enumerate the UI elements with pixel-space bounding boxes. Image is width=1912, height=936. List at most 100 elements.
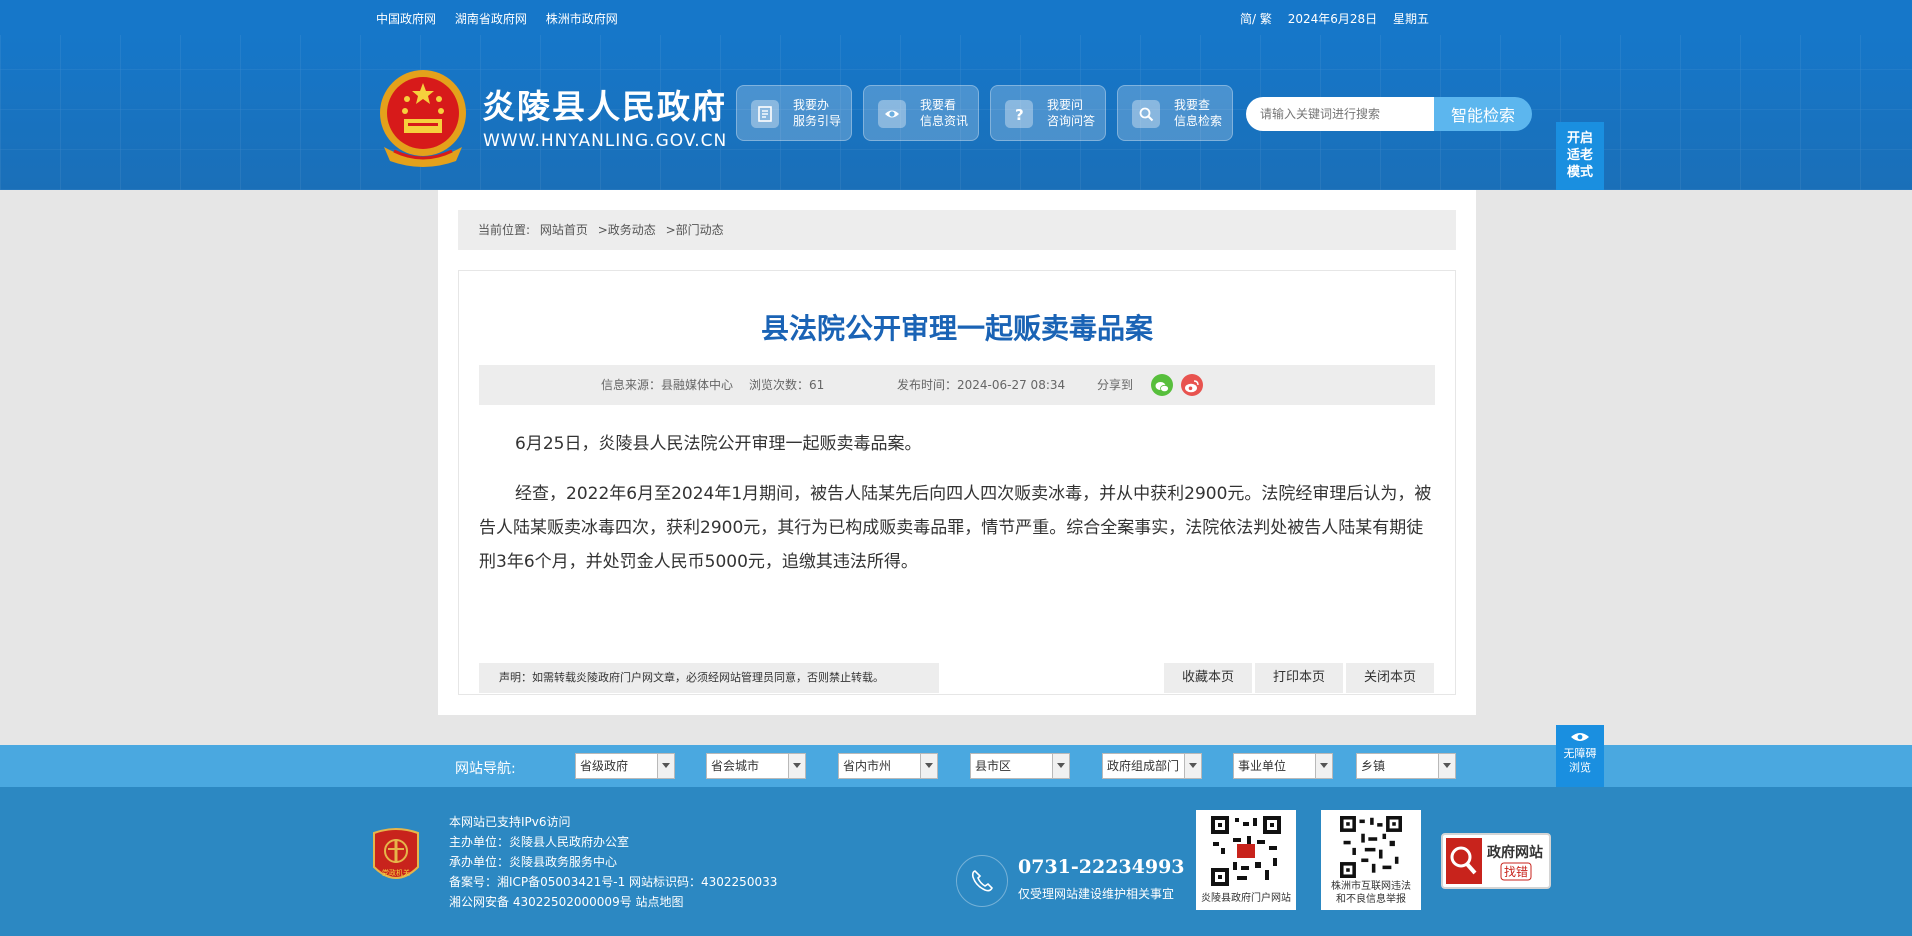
logo-text: 党政机关: [382, 868, 410, 877]
elder-mode-label: 适老: [1566, 148, 1593, 163]
print-button[interactable]: 打印本页: [1255, 663, 1343, 693]
language-switch[interactable]: 简/ 繁: [1240, 12, 1272, 26]
chevron-down-icon: [657, 754, 674, 778]
qr-code-report: 株洲市互联网违法 和不良信息举报: [1321, 810, 1421, 910]
select-value: 乡镇: [1361, 759, 1386, 773]
svg-text:?: ?: [1015, 106, 1024, 122]
select-value: 政府组成部门: [1107, 759, 1180, 773]
report-title: 政府网站: [1487, 844, 1543, 861]
footer-police-record[interactable]: 湘公网安备 43022502000009号 站点地图: [449, 892, 777, 912]
gov-site-error-report-button[interactable]: 政府网站 找错: [1441, 833, 1551, 889]
phone-icon: [956, 855, 1008, 907]
chevron-down-icon: [920, 754, 937, 778]
select-value: 县市区: [975, 759, 1012, 773]
footer-info: 本网站已支持IPv6访问 主办单位：炎陵县人民政府办公室 承办单位：炎陵县政务服…: [449, 812, 777, 912]
top-bar: 中国政府网 湖南省政府网 株洲市政府网 简/ 繁 2024年6月28日 星期五: [0, 0, 1912, 35]
service-search[interactable]: 我要查 信息检索: [1117, 85, 1233, 141]
service-title: 我要看: [920, 98, 957, 112]
smart-search-button[interactable]: 智能检索: [1434, 97, 1532, 131]
service-title: 我要查: [1174, 98, 1211, 112]
top-links: 中国政府网 湖南省政府网 株洲市政府网: [376, 10, 633, 27]
qr-caption: 株洲市互联网违法: [1331, 881, 1411, 892]
document-icon: [751, 100, 779, 128]
link-china-gov[interactable]: 中国政府网: [376, 12, 436, 26]
eye-icon: [878, 100, 906, 128]
breadcrumb-gov-news[interactable]: >政务动态: [598, 223, 656, 237]
select-value: 省会城市: [711, 759, 760, 773]
elder-mode-label: 开启: [1566, 131, 1593, 146]
article-actions: 收藏本页 打印本页 关闭本页: [1161, 663, 1434, 693]
service-ask[interactable]: ? 我要问 咨询问答: [990, 85, 1106, 141]
site-navigation-label: 网站导航:: [455, 761, 516, 777]
elder-mode-toggle[interactable]: 开启 适老 模式: [1556, 122, 1604, 190]
search-input[interactable]: [1246, 97, 1436, 131]
party-gov-org-logo-icon[interactable]: 党政机关: [370, 827, 422, 889]
accessibility-label: 无障碍: [1563, 747, 1597, 760]
site-domain: WWW.HNYANLING.GOV.CN: [483, 131, 728, 151]
chevron-down-icon: [1184, 754, 1201, 778]
article-views: 浏览次数：61: [749, 378, 825, 392]
accessibility-toggle[interactable]: 无障碍 浏览: [1556, 725, 1604, 787]
report-subtitle: 找错: [1504, 865, 1528, 879]
article-body: 6月25日，炎陵县人民法院公开审理一起贩卖毒品案。 经查，2022年6月至202…: [479, 427, 1435, 595]
select-provincial-gov[interactable]: 省级政府: [575, 753, 675, 779]
article-published: 发布时间：2024-06-27 08:34: [897, 378, 1066, 392]
search-box: 智能检索: [1246, 97, 1532, 131]
article-meta: 信息来源：县融媒体中心 浏览次数：61 发布时间：2024-06-27 08:3…: [479, 365, 1435, 405]
accessibility-label: 浏览: [1569, 761, 1591, 774]
elder-mode-label: 模式: [1566, 165, 1593, 180]
reprint-notice: 声明：如需转载炎陵政府门户网文章，必须经网站管理员同意，否则禁止转载。: [479, 663, 939, 693]
qr-caption: 炎陵县政府门户网站: [1201, 893, 1291, 904]
footer-icp[interactable]: 备案号：湘ICP备05003421号-1 网站标识码：4302250033: [449, 872, 777, 892]
national-emblem-icon[interactable]: [376, 69, 470, 169]
service-title: 我要问: [1047, 98, 1084, 112]
service-handle[interactable]: 我要办 服务引导: [736, 85, 852, 141]
header: 炎陵县人民政府 WWW.HNYANLING.GOV.CN 我要办 服务引导 我要…: [0, 35, 1912, 190]
chevron-down-icon: [1315, 754, 1332, 778]
select-value: 省级政府: [580, 759, 629, 773]
select-gov-departments[interactable]: 政府组成部门: [1102, 753, 1202, 779]
link-hunan-gov[interactable]: 湖南省政府网: [455, 12, 527, 26]
service-view[interactable]: 我要看 信息资讯: [863, 85, 979, 141]
site-name[interactable]: 炎陵县人民政府: [482, 80, 727, 128]
breadcrumb-label: 当前位置:: [478, 223, 531, 237]
weibo-share-icon[interactable]: [1181, 374, 1203, 396]
select-capital-cities[interactable]: 省会城市: [706, 753, 806, 779]
select-counties[interactable]: 县市区: [970, 753, 1070, 779]
service-phone: 0731-22234993: [1018, 856, 1185, 878]
article-title: 县法院公开审理一起贩卖毒品案: [760, 312, 1153, 345]
question-icon: ?: [1005, 100, 1033, 128]
article-source: 信息来源：县融媒体中心: [601, 378, 734, 392]
search-icon: [1132, 100, 1160, 128]
bookmark-button[interactable]: 收藏本页: [1164, 663, 1252, 693]
current-weekday: 星期五: [1392, 12, 1429, 26]
link-zhuzhou-gov[interactable]: 株洲市政府网: [546, 12, 618, 26]
chevron-down-icon: [788, 754, 805, 778]
eye-icon: [1571, 733, 1589, 741]
share-label: 分享到: [1097, 378, 1134, 392]
top-right: 简/ 繁 2024年6月28日 星期五: [1240, 10, 1441, 27]
breadcrumb: 当前位置: 网站首页 >政务动态 >部门动态: [458, 210, 1456, 250]
wechat-share-icon[interactable]: [1151, 374, 1173, 396]
breadcrumb-dept-news[interactable]: >部门动态: [666, 223, 724, 237]
magnifier-report-icon: 政府网站 找错: [1446, 838, 1543, 884]
footer-host: 主办单位：炎陵县人民政府办公室: [449, 835, 630, 849]
service-subtitle: 信息资讯: [920, 114, 969, 128]
site-navigation-bar: 网站导航: 省级政府 省会城市 省内市州 县市区 政府组成部门 事业单位 乡镇: [0, 745, 1912, 787]
article-paragraph: 经查，2022年6月至2024年1月期间，被告人陆某先后向四人四次贩卖冰毒，并从…: [479, 484, 1432, 572]
qr-code-icon: [1340, 816, 1402, 878]
article-paragraph: 6月25日，炎陵县人民法院公开审理一起贩卖毒品案。: [515, 434, 922, 454]
select-province-cities[interactable]: 省内市州: [838, 753, 938, 779]
select-value: 事业单位: [1238, 759, 1287, 773]
footer: 党政机关 本网站已支持IPv6访问 主办单位：炎陵县人民政府办公室 承办单位：炎…: [0, 787, 1912, 936]
service-subtitle: 咨询问答: [1047, 114, 1096, 128]
service-title: 我要办: [793, 98, 830, 112]
close-page-button[interactable]: 关闭本页: [1346, 663, 1434, 693]
article: 县法院公开审理一起贩卖毒品案 信息来源：县融媒体中心 浏览次数：61 发布时间：…: [458, 270, 1456, 695]
select-institutions[interactable]: 事业单位: [1233, 753, 1333, 779]
select-value: 省内市州: [843, 759, 892, 773]
breadcrumb-home[interactable]: 网站首页: [540, 223, 588, 237]
service-phone-note: 仅受理网站建设维护相关事宜: [1018, 887, 1175, 901]
chevron-down-icon: [1052, 754, 1069, 778]
select-towns[interactable]: 乡镇: [1356, 753, 1456, 779]
